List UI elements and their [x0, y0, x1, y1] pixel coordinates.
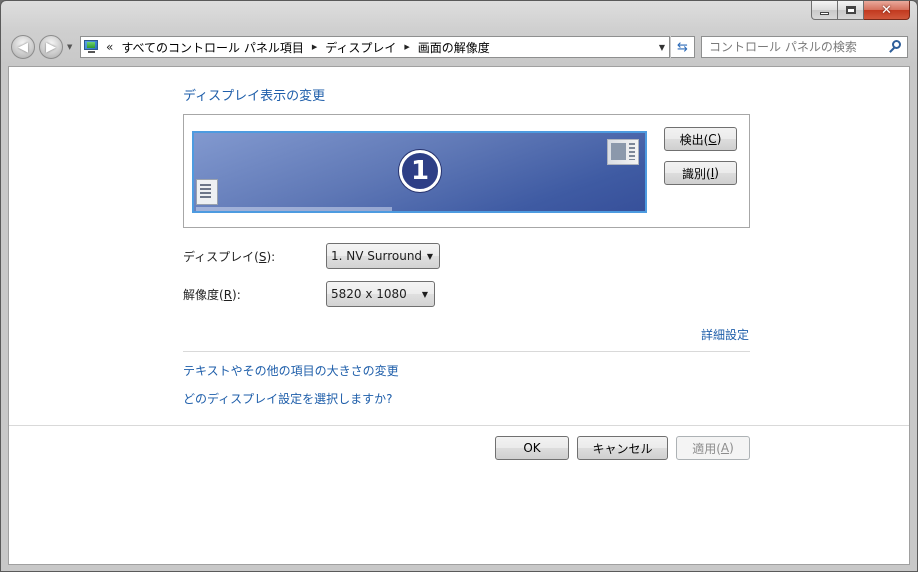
- refresh-button[interactable]: ⇆: [671, 36, 695, 58]
- identify-button[interactable]: 識別(I): [664, 161, 737, 185]
- minimize-button[interactable]: [811, 1, 838, 20]
- display-select-value: 1. NV Surround: [331, 249, 423, 263]
- address-bar[interactable]: « すべてのコントロール パネル項目 ▶ ディスプレイ ▶ 画面の解像度 ▼: [80, 36, 670, 58]
- close-button[interactable]: ✕: [864, 1, 910, 20]
- display-field-label: ディスプレイ(S):: [183, 248, 275, 265]
- back-arrow-icon: ◀: [18, 39, 28, 55]
- resolution-mnemonic: R: [223, 288, 233, 302]
- back-button[interactable]: ◀: [11, 35, 35, 59]
- search-box[interactable]: [701, 36, 908, 58]
- breadcrumb-chevron-icon[interactable]: ▶: [308, 43, 321, 51]
- display-select[interactable]: 1. NV Surround ▼: [326, 243, 440, 269]
- apply-mnemonic: A: [720, 441, 730, 455]
- address-dropdown-icon[interactable]: ▼: [659, 43, 665, 52]
- display-label-text: ディスプレイ(: [183, 250, 259, 264]
- resolution-label-suffix: ):: [232, 288, 241, 302]
- detect-mnemonic: C: [708, 132, 717, 146]
- monitor-arrangement-panel: 1 検出(C) 識別(I): [183, 114, 750, 228]
- recent-pages-dropdown-icon[interactable]: ▼: [67, 43, 72, 51]
- identify-button-label: 識別(: [682, 166, 711, 181]
- resolution-field-label: 解像度(R):: [183, 286, 241, 303]
- text-size-link[interactable]: テキストやその他の項目の大きさの変更: [183, 362, 399, 379]
- refresh-icon: ⇆: [677, 39, 688, 55]
- breadcrumb-screen-resolution[interactable]: 画面の解像度: [414, 39, 494, 56]
- detect-button[interactable]: 検出(C): [664, 127, 737, 151]
- detect-suffix: ): [716, 132, 722, 146]
- forward-button[interactable]: ▶: [39, 35, 63, 59]
- forward-arrow-icon: ▶: [46, 39, 56, 55]
- resolution-select[interactable]: 5820 x 1080 ▼: [326, 281, 435, 307]
- control-panel-icon: [84, 40, 100, 54]
- advanced-settings-link[interactable]: 詳細設定: [701, 326, 749, 343]
- apply-button-label: 適用(: [692, 441, 721, 456]
- breadcrumb-display[interactable]: ディスプレイ: [321, 39, 400, 56]
- breadcrumb-all-control-panel-items[interactable]: すべてのコントロール パネル項目: [117, 39, 308, 56]
- apply-button[interactable]: 適用(A): [676, 436, 750, 460]
- control-panel-window: ✕ ◀ ▶ ▼ « すべてのコントロール パネル項目 ▶ ディスプレイ ▶ 画面…: [0, 0, 918, 572]
- breadcrumb-overflow-button[interactable]: «: [106, 40, 113, 54]
- monitor-1-preview[interactable]: 1: [192, 131, 647, 213]
- ok-button[interactable]: OK: [495, 436, 569, 460]
- cancel-button[interactable]: キャンセル: [577, 436, 668, 460]
- navigation-bar: ◀ ▶ ▼ « すべてのコントロール パネル項目 ▶ ディスプレイ ▶ 画面の解…: [1, 31, 917, 63]
- minimize-icon: [820, 11, 829, 15]
- chevron-down-icon: ▼: [426, 251, 433, 261]
- display-label-suffix: ):: [266, 250, 276, 264]
- caption-buttons: ✕: [811, 1, 910, 20]
- window-thumbnail-icon: [196, 179, 218, 205]
- page-title: ディスプレイ表示の変更: [183, 89, 326, 104]
- detect-button-label: 検出(: [679, 132, 709, 147]
- resolution-label-text: 解像度(: [183, 288, 224, 302]
- footer-divider: [9, 425, 909, 426]
- which-display-settings-link[interactable]: どのディスプレイ設定を選択しますか?: [183, 390, 393, 407]
- resolution-select-value: 5820 x 1080: [331, 287, 407, 301]
- chevron-down-icon: ▼: [421, 289, 428, 299]
- identify-suffix: ): [714, 166, 719, 180]
- apply-suffix: ): [729, 441, 734, 455]
- monitor-number-badge: 1: [399, 150, 441, 192]
- search-icon[interactable]: [886, 39, 902, 55]
- taskbar-preview: [196, 207, 392, 211]
- maximize-icon: [845, 6, 856, 14]
- breadcrumb-chevron-icon[interactable]: ▶: [400, 43, 413, 51]
- divider: [183, 351, 750, 352]
- search-input[interactable]: [702, 38, 886, 56]
- maximize-button[interactable]: [838, 1, 864, 20]
- main-content: ディスプレイ表示の変更 1 検出(C) 識別(I) ディスプレイ(S): 1. …: [8, 66, 910, 565]
- window-thumbnail-icon: [607, 139, 639, 165]
- close-icon: ✕: [881, 2, 892, 18]
